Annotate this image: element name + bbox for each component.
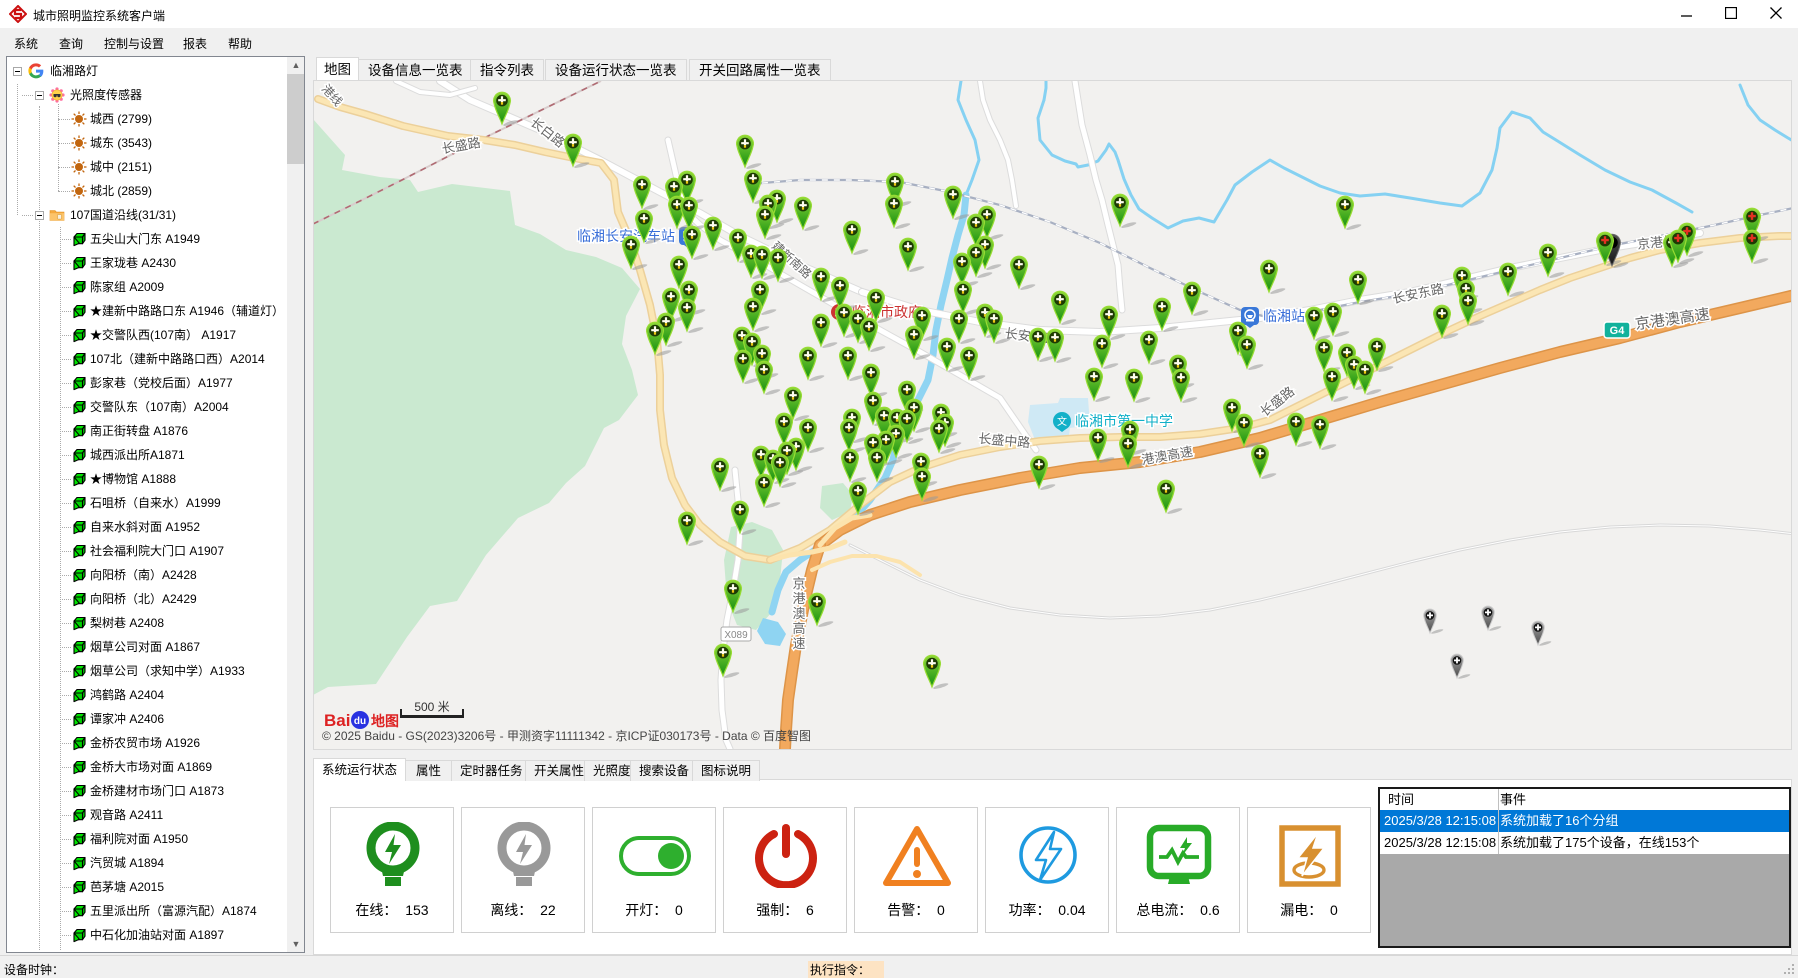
svg-text:临湘站: 临湘站 — [1263, 308, 1305, 324]
svg-text:地图: 地图 — [371, 713, 399, 729]
svg-text:du: du — [354, 716, 366, 727]
svg-text:© 2025 Baidu - GS(2023)3206号 -: © 2025 Baidu - GS(2023)3206号 - 甲测资字11111… — [322, 728, 811, 743]
svg-text:文: 文 — [1057, 415, 1067, 428]
svg-text:X089: X089 — [724, 630, 748, 641]
svg-text:京港澳高速: 京港澳高速 — [792, 576, 805, 651]
svg-text:Bai: Bai — [324, 711, 350, 730]
svg-text:500 米: 500 米 — [414, 700, 449, 714]
svg-text:G4: G4 — [1610, 325, 1626, 337]
